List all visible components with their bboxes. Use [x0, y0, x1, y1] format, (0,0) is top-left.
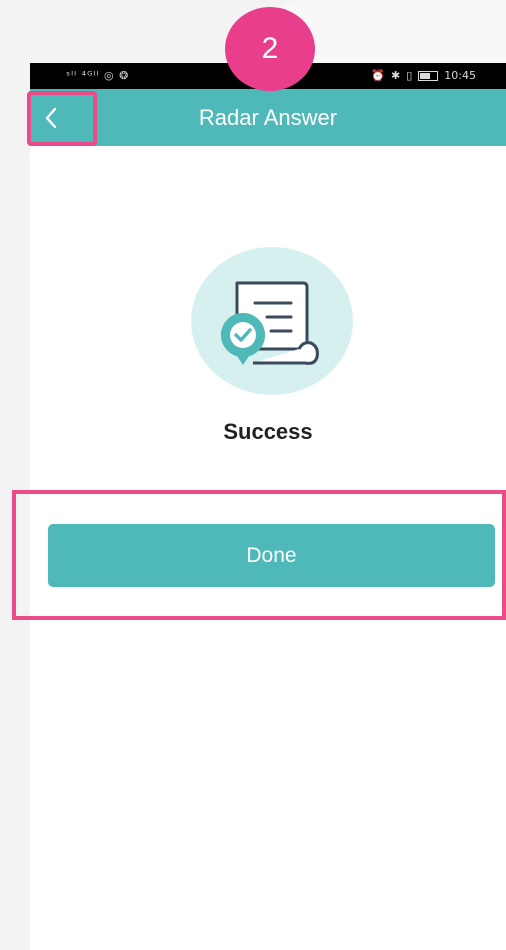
- success-illustration: [191, 247, 353, 395]
- status-right: ⏰ ✱ ▯ 10:45: [371, 69, 476, 82]
- step-badge: 2: [225, 7, 315, 91]
- highlight-done-button: [12, 490, 506, 620]
- nav-bar: Radar Answer: [30, 89, 506, 146]
- page-title: Radar Answer: [198, 105, 338, 130]
- bluetooth-icon: ✱: [391, 69, 401, 82]
- vibrate-icon: ▯: [406, 69, 413, 82]
- document-check-icon: [220, 281, 319, 365]
- status-left-icons: ˢᴵᴵ ⁴ᴳᴵᴵ ◎ ❂: [66, 69, 130, 82]
- highlight-back-button: [27, 91, 97, 146]
- alarm-icon: ⏰: [371, 69, 386, 82]
- battery-icon: [418, 70, 439, 81]
- success-label: Success: [223, 419, 313, 444]
- status-time: 10:45: [444, 69, 476, 82]
